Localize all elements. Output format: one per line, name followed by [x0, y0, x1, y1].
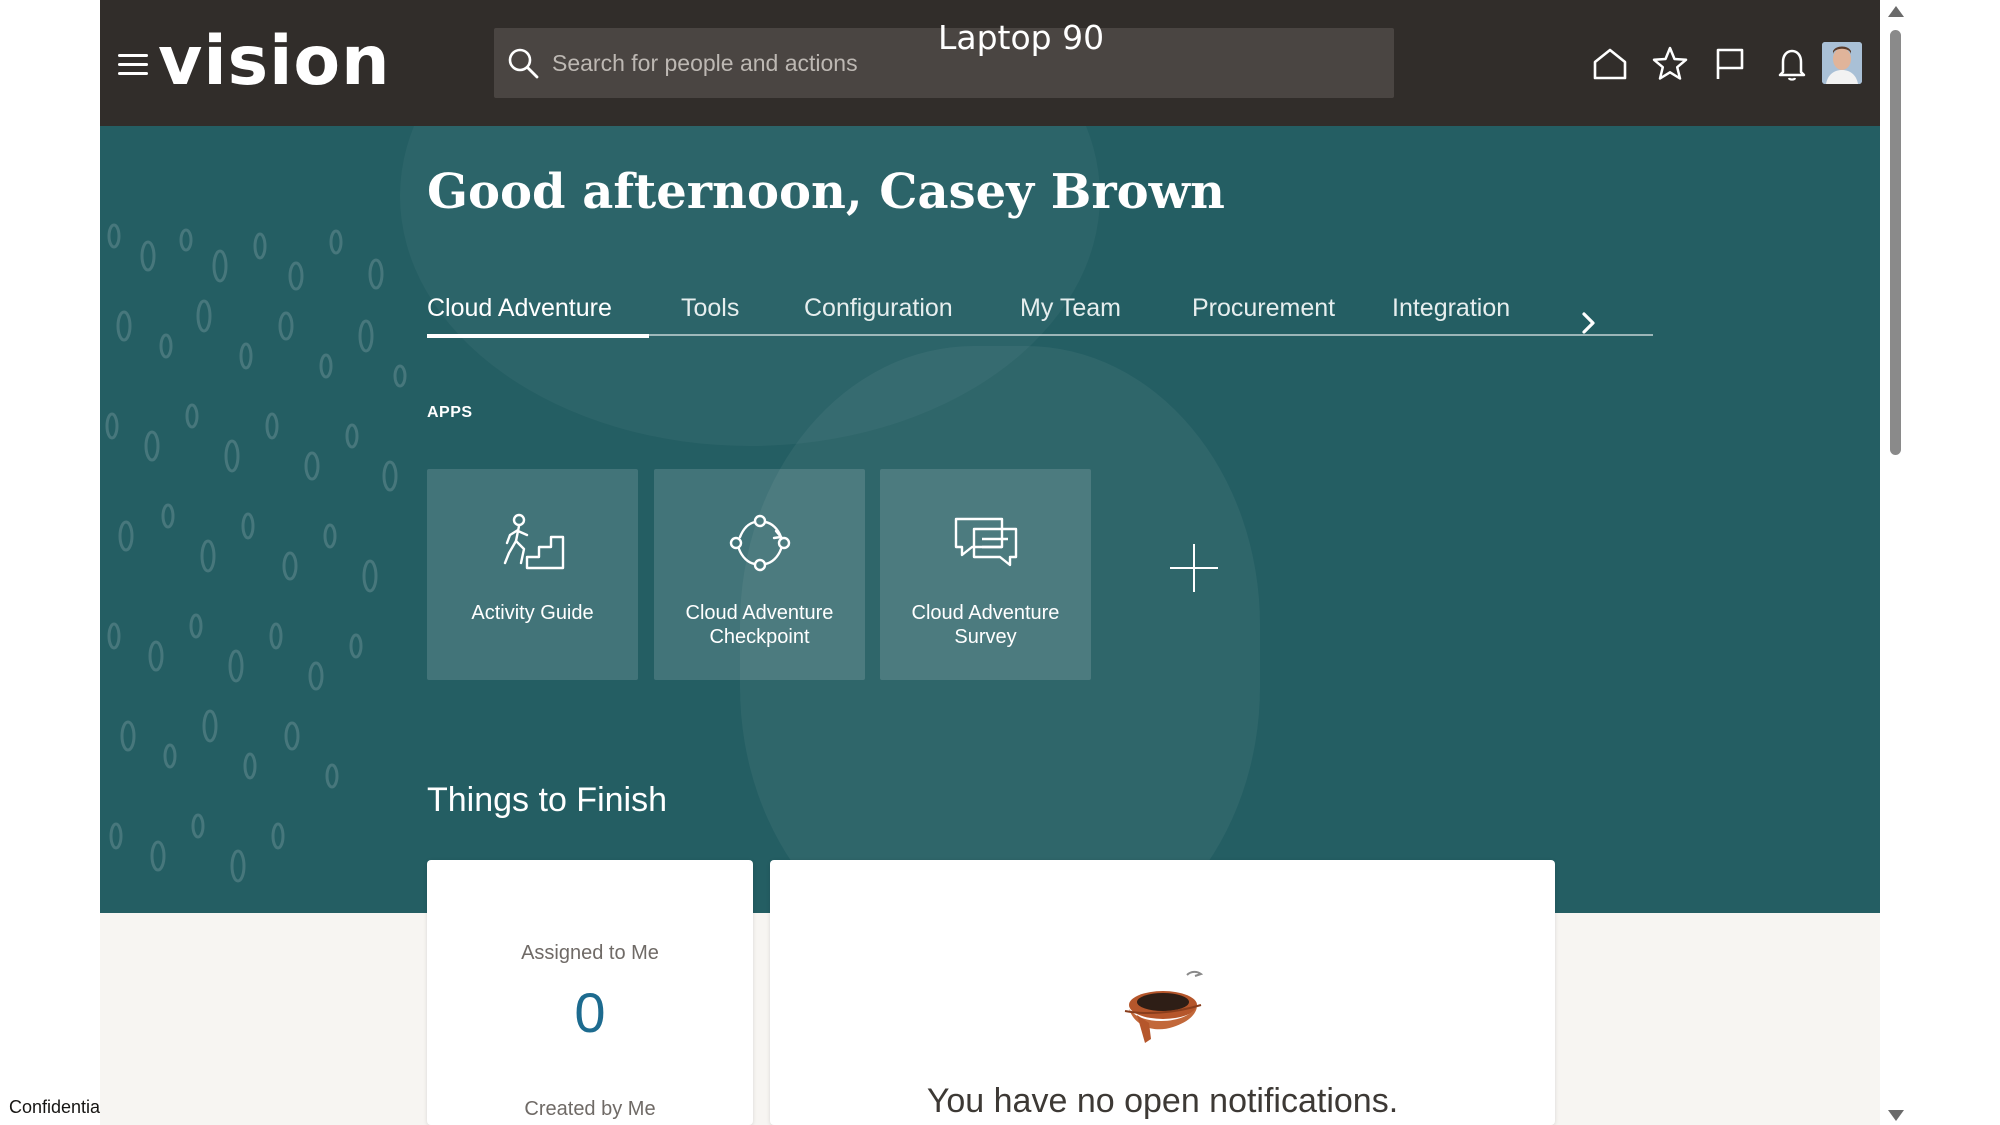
- app-cloud-adventure-checkpoint[interactable]: Cloud Adventure Checkpoint: [654, 469, 865, 680]
- flag-icon[interactable]: [1710, 44, 1750, 84]
- search-icon[interactable]: [506, 46, 540, 80]
- created-by-me-label[interactable]: Created by Me: [427, 1098, 753, 1121]
- vision-logo[interactable]: vision: [158, 22, 391, 102]
- app-activity-guide[interactable]: Activity Guide: [427, 469, 638, 680]
- search-input[interactable]: [550, 42, 934, 84]
- chevron-right-icon[interactable]: [1574, 308, 1604, 338]
- tab-procurement[interactable]: Procurement: [1192, 294, 1335, 334]
- scroll-up-arrow-icon[interactable]: [1888, 6, 1904, 17]
- home-icon[interactable]: [1590, 44, 1630, 84]
- assigned-to-me-label: Assigned to Me: [521, 942, 659, 964]
- banner-pattern: [105, 223, 407, 883]
- app-cloud-adventure-survey[interactable]: Cloud Adventure Survey: [880, 469, 1091, 680]
- confidential-label: Confidential: [9, 1097, 101, 1117]
- notifications-card: You have no open notifications.: [770, 860, 1555, 1125]
- add-app-plus-icon[interactable]: [1168, 542, 1220, 594]
- assigned-to-me-count[interactable]: 0: [427, 980, 753, 1045]
- bell-icon[interactable]: [1772, 44, 1812, 84]
- favorites-star-icon[interactable]: [1650, 44, 1690, 84]
- apps-section-label: APPS: [427, 404, 473, 421]
- user-avatar[interactable]: [1822, 42, 1862, 84]
- no-notifications-message: You have no open notifications.: [926, 1082, 1399, 1120]
- tab-configuration[interactable]: Configuration: [804, 294, 953, 334]
- things-to-finish-title: Things to Finish: [427, 781, 667, 819]
- tab-cloud-adventure[interactable]: Cloud Adventure: [427, 294, 649, 338]
- tab-tools[interactable]: Tools: [681, 294, 739, 334]
- scrollbar-thumb[interactable]: [1890, 30, 1901, 455]
- survey-chat-icon: [954, 517, 1018, 567]
- tab-my-team[interactable]: My Team: [1020, 294, 1121, 334]
- page-scrollbar[interactable]: [1880, 0, 1910, 1125]
- device-overlay-label: Laptop 90: [938, 18, 1105, 57]
- scroll-down-arrow-icon[interactable]: [1888, 1110, 1904, 1121]
- app-label: Cloud Adventure Survey: [911, 602, 1060, 648]
- checkpoint-cycle-icon: [729, 514, 791, 572]
- page-greeting: Good afternoon, Casey Brown: [427, 164, 1225, 220]
- app-shell: vision Laptop 90: [100, 0, 1880, 1125]
- springboard-tabs: Cloud Adventure Tools Configuration My T…: [427, 294, 1653, 338]
- menu-icon[interactable]: [118, 50, 148, 80]
- empty-nest-icon: [1124, 970, 1204, 1043]
- app-label: Activity Guide: [471, 602, 594, 624]
- app-label: Cloud Adventure Checkpoint: [685, 602, 834, 648]
- tab-integration[interactable]: Integration: [1392, 294, 1510, 334]
- task-summary-card: Assigned to Me 0 Created by Me: [427, 860, 753, 1125]
- global-header: vision Laptop 90: [100, 0, 1880, 126]
- activity-guide-icon: [503, 513, 565, 570]
- welcome-banner: Good afternoon, Casey Brown Cloud Advent…: [100, 126, 1880, 913]
